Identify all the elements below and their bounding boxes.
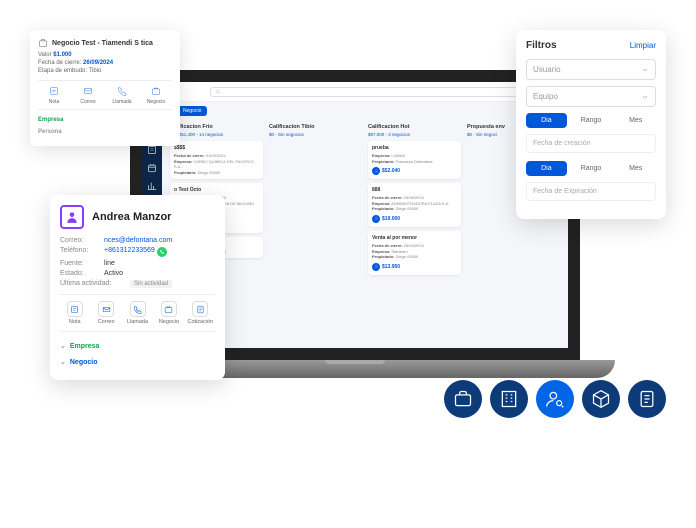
contact-email[interactable]: nces@defontana.com bbox=[104, 237, 172, 244]
circle-contacts[interactable] bbox=[536, 380, 574, 418]
filter-creation-segment: Dia Rango Mes bbox=[526, 113, 656, 128]
filters-clear-button[interactable]: Limpiar bbox=[630, 41, 656, 50]
action-call[interactable]: Llamada bbox=[106, 85, 138, 105]
contact-action-email[interactable]: Correo bbox=[91, 301, 120, 325]
whatsapp-icon[interactable] bbox=[157, 247, 167, 257]
box-icon bbox=[591, 389, 611, 409]
column-title: Calificacion Hot bbox=[368, 124, 461, 130]
card-title: Venta al por menor bbox=[372, 235, 457, 241]
sidebar-reports-icon[interactable] bbox=[146, 180, 158, 192]
contact-name: Andrea Manzor bbox=[92, 211, 171, 223]
card-title: o Test Octo bbox=[174, 187, 259, 193]
person-search-icon bbox=[545, 389, 565, 409]
building-icon bbox=[499, 389, 519, 409]
person-icon bbox=[372, 263, 380, 271]
briefcase-icon bbox=[453, 389, 473, 409]
filter-expiration-date[interactable]: Fecha de Expiración bbox=[526, 182, 656, 201]
search-input[interactable] bbox=[210, 87, 520, 97]
contact-action-call[interactable]: Llamada bbox=[123, 301, 152, 325]
seg-dia[interactable]: Dia bbox=[526, 161, 567, 176]
action-note[interactable]: Nota bbox=[38, 85, 70, 105]
person-icon bbox=[65, 210, 79, 224]
kanban-column: Calificacion Hot $97.000 - 3 negocios prue… bbox=[368, 124, 461, 344]
circle-deals[interactable] bbox=[444, 380, 482, 418]
kanban-column: Calificacion Tibio $0 - Sin negocios bbox=[269, 124, 362, 344]
seg-mes[interactable]: Mes bbox=[615, 161, 656, 176]
column-title: Calificacion Tibio bbox=[269, 124, 362, 130]
seg-mes[interactable]: Mes bbox=[615, 113, 656, 128]
column-summary: $0 - Sin negocios bbox=[269, 132, 362, 137]
seg-rango[interactable]: Rango bbox=[571, 113, 612, 128]
deal-card[interactable]: 888Fecha de cierre: 25/06/2024Empresa: A… bbox=[368, 183, 461, 227]
column-summary: $10.351.400 - 14 negocios bbox=[170, 132, 263, 137]
filters-popup: Filtros Limpiar Usuario Equipo Dia Rango… bbox=[516, 30, 666, 219]
card-amount: $52.040 bbox=[382, 168, 400, 174]
avatar bbox=[60, 205, 84, 229]
contact-section-deal[interactable]: ⌄Negocio bbox=[60, 354, 215, 370]
person-icon bbox=[372, 167, 380, 175]
column-summary: $97.000 - 3 negocios bbox=[368, 132, 461, 137]
circle-quotes[interactable] bbox=[628, 380, 666, 418]
section-company[interactable]: Empresa bbox=[38, 114, 172, 126]
sidebar-calendar-icon[interactable] bbox=[146, 162, 158, 174]
deal-card[interactable]: Venta al por menorFecha de cierre: 28/04… bbox=[368, 231, 461, 275]
action-email[interactable]: Correo bbox=[72, 85, 104, 105]
contact-action-note[interactable]: Nota bbox=[60, 301, 89, 325]
deal-card[interactable]: pruebaEmpresa: LUMASPropietario: Francis… bbox=[368, 141, 461, 179]
feature-circles bbox=[444, 380, 666, 418]
briefcase-icon bbox=[38, 38, 48, 48]
card-title: prueba bbox=[372, 145, 457, 151]
card-title: $$$$ bbox=[174, 145, 259, 151]
contact-section-company[interactable]: ⌄Empresa bbox=[60, 338, 215, 354]
filter-team-select[interactable]: Equipo bbox=[526, 86, 656, 107]
filters-title: Filtros bbox=[526, 40, 557, 51]
contact-action-deal[interactable]: Negocio bbox=[154, 301, 183, 325]
deal-popup: Negocio Test - Tiamendi S tica Valor $1.… bbox=[30, 30, 180, 146]
seg-rango[interactable]: Rango bbox=[571, 161, 612, 176]
action-deal[interactable]: Negocio bbox=[140, 85, 172, 105]
contact-action-quote[interactable]: Cotización bbox=[186, 301, 215, 325]
search-icon bbox=[215, 89, 221, 95]
circle-companies[interactable] bbox=[490, 380, 528, 418]
column-title: Calificacion Frio bbox=[170, 124, 263, 130]
section-person[interactable]: Persona bbox=[38, 126, 172, 138]
contact-phone[interactable]: +861312233569 bbox=[104, 247, 155, 257]
seg-dia[interactable]: Dia bbox=[526, 113, 567, 128]
document-icon bbox=[637, 389, 657, 409]
chevron-down-icon bbox=[641, 66, 649, 74]
card-amount: $19.000 bbox=[382, 216, 400, 222]
card-amount: $13.950 bbox=[382, 264, 400, 270]
contact-popup: Andrea Manzor Correo:nces@defontana.com … bbox=[50, 195, 225, 380]
filter-expiration-segment: Dia Rango Mes bbox=[526, 161, 656, 176]
chevron-down-icon bbox=[641, 93, 649, 101]
filter-creation-date[interactable]: Fecha de creación bbox=[526, 134, 656, 153]
filter-user-select[interactable]: Usuario bbox=[526, 59, 656, 80]
card-title: 888 bbox=[372, 187, 457, 193]
person-icon bbox=[372, 215, 380, 223]
topbar bbox=[162, 82, 568, 102]
deal-title: Negocio Test - Tiamendi S tica bbox=[52, 40, 153, 47]
circle-products[interactable] bbox=[582, 380, 620, 418]
deal-card[interactable]: $$$$Fecha de cierre: 01/09/2024Empresa: … bbox=[170, 141, 263, 179]
